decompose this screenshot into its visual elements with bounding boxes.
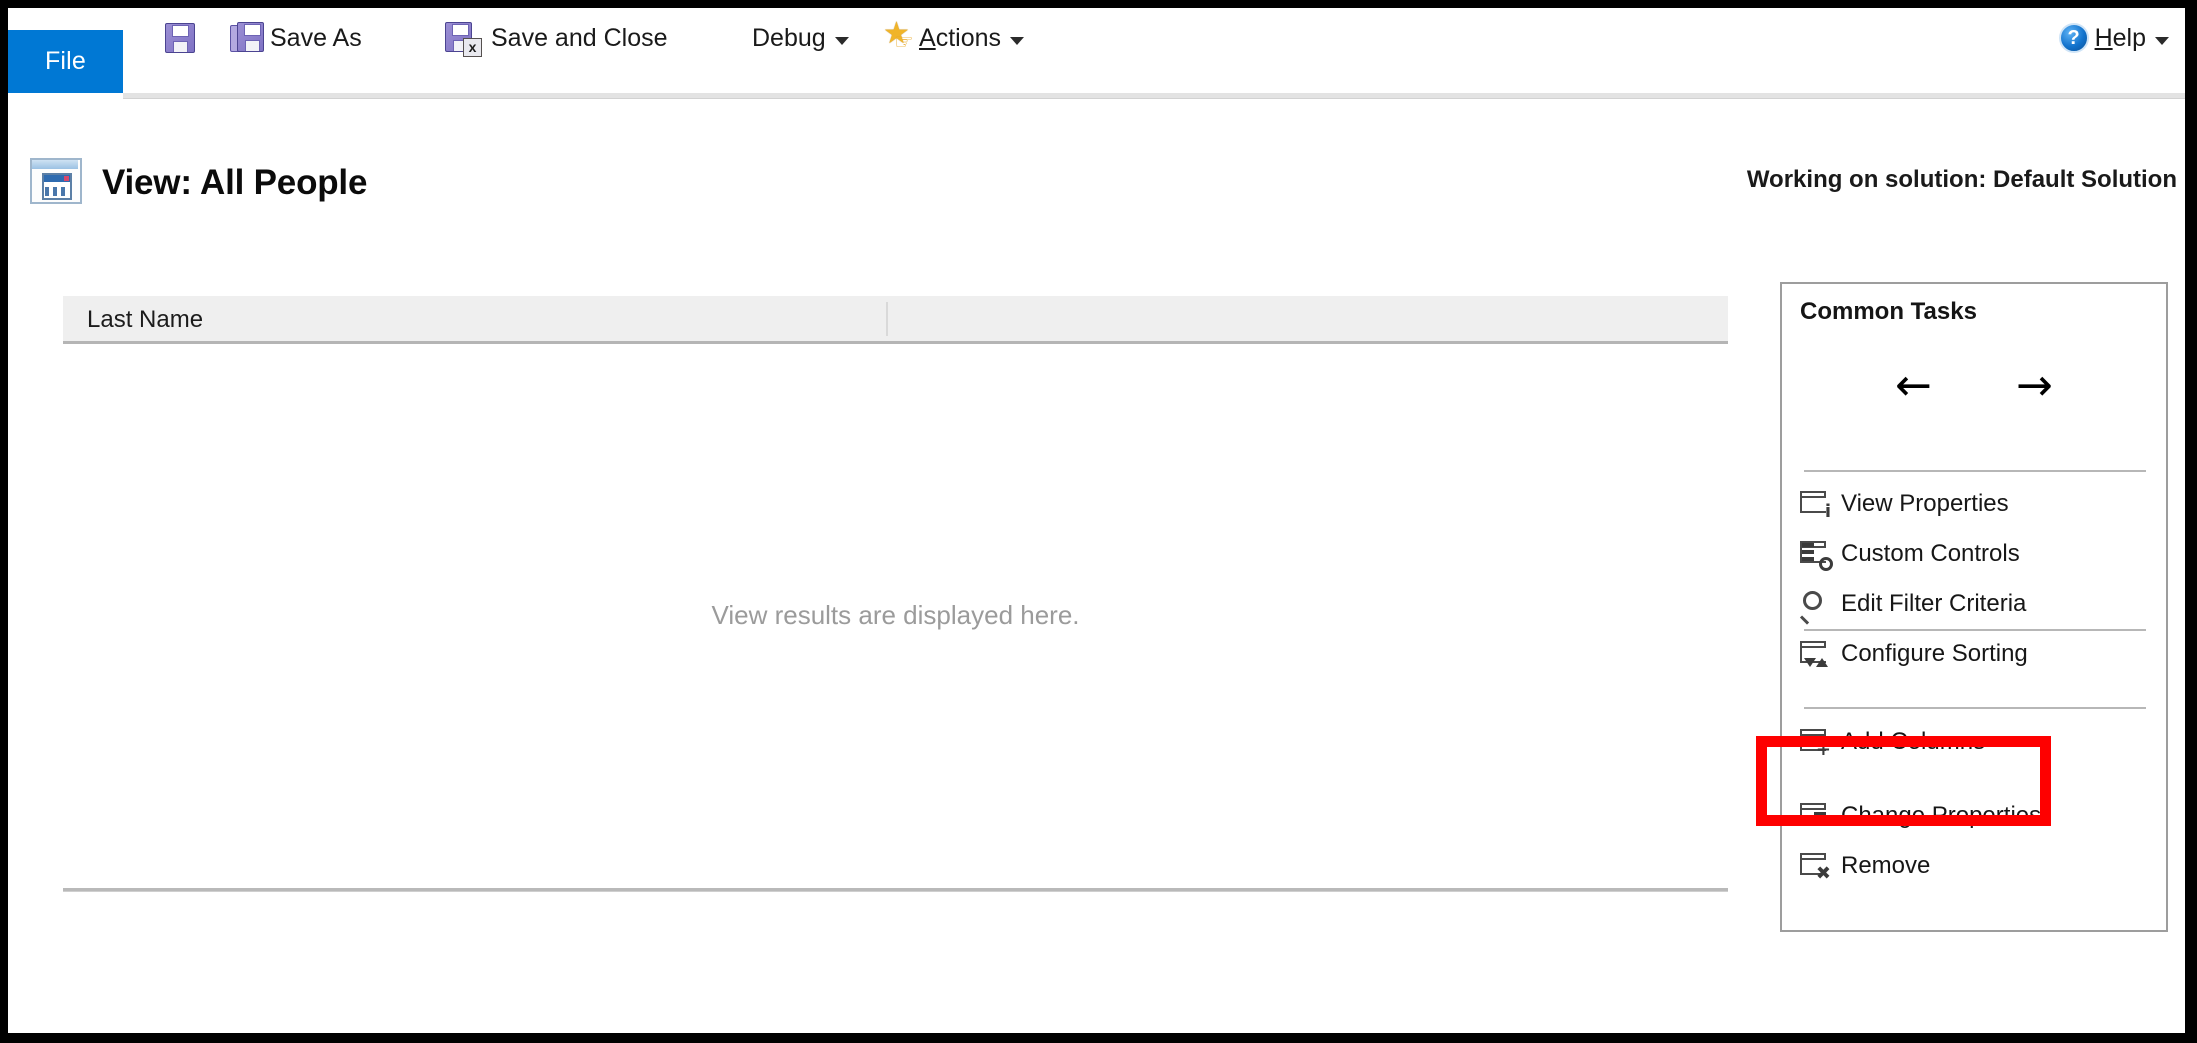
save-as-label: Save As: [270, 23, 362, 52]
task-label: Edit Filter Criteria: [1841, 589, 2027, 617]
actions-accelerator: A: [919, 23, 936, 52]
task-remove[interactable]: ✖ Remove: [1800, 845, 2150, 886]
panel-separator: [1804, 629, 2146, 631]
help-menu-button[interactable]: ? Help: [2058, 16, 2169, 60]
grid-bottom-rule: [63, 888, 1728, 892]
task-label: Custom Controls: [1841, 539, 2020, 567]
arrow-right-icon[interactable]: →: [2016, 364, 2053, 408]
page-title: View: All People: [102, 163, 368, 202]
task-custom-controls[interactable]: Custom Controls: [1800, 533, 2150, 574]
view-properties-icon: i: [1800, 490, 1831, 520]
debug-label: Debug: [752, 23, 826, 52]
add-columns-icon: +: [1800, 728, 1831, 758]
column-header-last-name[interactable]: Last Name: [87, 306, 203, 334]
panel-separator: [1804, 707, 2146, 709]
help-label: elp: [2112, 23, 2146, 52]
common-tasks-title: Common Tasks: [1800, 298, 1977, 325]
actions-star-hand-icon: ★ ☞: [883, 17, 914, 54]
solution-context-label: Working on solution: Default Solution: [1746, 166, 2177, 193]
file-tab[interactable]: File: [8, 30, 123, 93]
task-label: View Properties: [1841, 489, 2009, 517]
sort-icon: [1800, 640, 1830, 668]
help-accelerator: H: [2094, 23, 2113, 52]
save-button[interactable]: [165, 16, 195, 60]
task-change-properties[interactable]: Change Properties: [1800, 795, 2150, 836]
grid-empty-message: View results are displayed here.: [711, 600, 1080, 630]
task-label: Change Properties: [1841, 801, 2042, 829]
page-title-block: View: All People: [30, 158, 367, 208]
task-edit-filter-criteria[interactable]: Edit Filter Criteria: [1799, 583, 2150, 625]
change-properties-icon: [1800, 802, 1830, 830]
ribbon-toolbar: File Save As x Save and Close Debug ★ ☞ …: [8, 8, 2185, 99]
save-and-close-label: Save and Close: [491, 23, 668, 52]
debug-menu-button[interactable]: Debug: [752, 16, 849, 60]
magnifier-icon: [1799, 590, 1830, 625]
task-add-columns[interactable]: + Add Columns: [1800, 721, 2150, 762]
application-window: File Save As x Save and Close Debug ★ ☞ …: [8, 8, 2185, 1033]
save-and-close-button[interactable]: x Save and Close: [445, 16, 668, 60]
ribbon-divider: [123, 93, 2185, 99]
view-window-icon: [30, 158, 84, 208]
common-tasks-panel: Common Tasks ← → i View Properties Custo…: [1780, 282, 2168, 932]
save-as-button[interactable]: Save As: [230, 16, 362, 60]
chevron-down-icon: [1010, 37, 1024, 45]
custom-controls-icon: [1800, 540, 1833, 571]
help-question-icon: ?: [2058, 23, 2089, 53]
remove-icon: ✖: [1800, 852, 1831, 882]
save-as-floppy-stack-icon: [230, 22, 264, 54]
actions-label: ctions: [935, 23, 1001, 52]
actions-menu-button[interactable]: ★ ☞ Actions: [883, 16, 1024, 60]
panel-nav-arrows: ← →: [1782, 364, 2166, 408]
save-and-close-floppy-icon: x: [445, 22, 482, 57]
view-grid-header[interactable]: Last Name: [63, 296, 1728, 344]
task-label: Add Columns: [1841, 727, 1986, 755]
save-floppy-icon: [165, 23, 195, 53]
task-label: Remove: [1841, 851, 1931, 879]
task-configure-sorting[interactable]: Configure Sorting: [1800, 633, 2150, 674]
file-tab-label: File: [44, 47, 87, 75]
chevron-down-icon: [834, 37, 849, 45]
task-view-properties[interactable]: i View Properties: [1800, 483, 2150, 524]
panel-separator: [1804, 470, 2146, 472]
task-label: Configure Sorting: [1841, 639, 2028, 667]
chevron-down-icon: [2155, 37, 2169, 45]
arrow-left-icon[interactable]: ←: [1895, 364, 1932, 408]
column-resize-handle[interactable]: [886, 302, 888, 336]
